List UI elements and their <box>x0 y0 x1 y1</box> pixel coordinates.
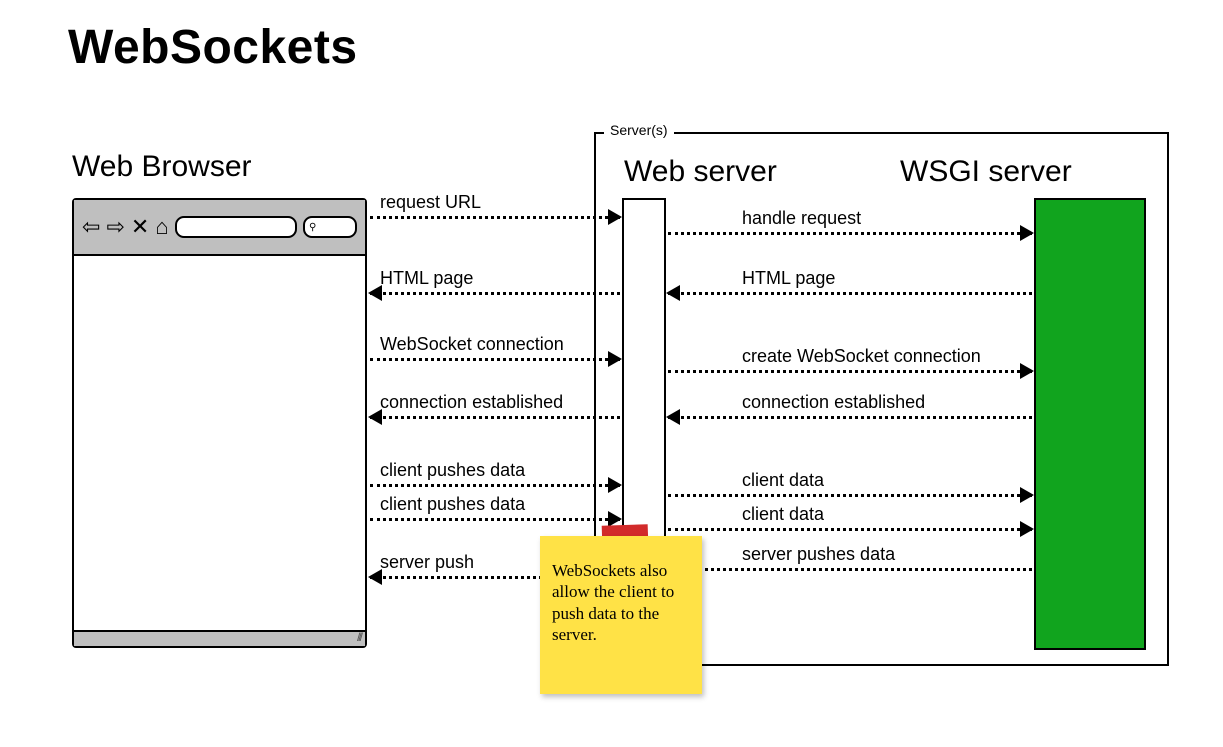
arrow-head-right-icon <box>1020 521 1034 537</box>
arrow-label: client data <box>742 470 824 491</box>
diagram-stage: WebSockets Web Browser ⇦ ⇨ ✕ ⌂ ⚲ /// Ser… <box>0 0 1223 747</box>
message-arrow: connection established <box>668 416 1032 417</box>
arrow-label: connection established <box>380 392 563 413</box>
arrow-line <box>668 494 1032 497</box>
arrow-label: create WebSocket connection <box>742 346 981 367</box>
arrow-line <box>370 484 620 487</box>
sticky-note: WebSockets also allow the client to push… <box>540 536 702 694</box>
message-arrow: handle request <box>668 232 1032 233</box>
arrow-line <box>370 416 620 419</box>
message-arrow: request URL <box>370 216 620 217</box>
arrow-line <box>668 568 1032 571</box>
stop-icon: ✕ <box>131 216 149 238</box>
arrow-head-right-icon <box>1020 363 1034 379</box>
arrow-head-right-icon <box>1020 487 1034 503</box>
browser-window: ⇦ ⇨ ✕ ⌂ ⚲ /// <box>72 198 367 648</box>
arrow-line <box>370 292 620 295</box>
arrow-line <box>370 358 620 361</box>
arrow-label: server pushes data <box>742 544 895 565</box>
servers-group-label: Server(s) <box>604 122 674 138</box>
wsgi-server-lifeline <box>1034 198 1146 650</box>
message-arrow: client pushes data <box>370 518 620 519</box>
message-arrow: WebSocket connection <box>370 358 620 359</box>
web-server-label: Web server <box>624 155 777 189</box>
message-arrow: HTML page <box>370 292 620 293</box>
diagram-title: WebSockets <box>68 20 358 75</box>
message-arrow: client pushes data <box>370 484 620 485</box>
arrow-line <box>668 232 1032 235</box>
arrow-label: HTML page <box>742 268 835 289</box>
resize-grip-icon: /// <box>357 630 361 644</box>
arrow-line <box>370 518 620 521</box>
browser-toolbar: ⇦ ⇨ ✕ ⌂ ⚲ <box>74 200 365 256</box>
message-arrow: client data <box>668 528 1032 529</box>
arrow-head-right-icon <box>608 209 622 225</box>
arrow-line <box>370 216 620 219</box>
wsgi-server-label: WSGI server <box>900 155 1072 189</box>
message-arrow: HTML page <box>668 292 1032 293</box>
arrow-label: request URL <box>380 192 481 213</box>
arrow-label: client pushes data <box>380 494 525 515</box>
message-arrow: create WebSocket connection <box>668 370 1032 371</box>
arrow-head-right-icon <box>1020 225 1034 241</box>
back-icon: ⇦ <box>82 216 100 238</box>
url-bar <box>175 216 297 238</box>
browser-status-bar: /// <box>74 630 365 646</box>
arrow-head-left-icon <box>666 409 680 425</box>
browser-label: Web Browser <box>72 150 252 184</box>
arrow-label: connection established <box>742 392 925 413</box>
arrow-label: HTML page <box>380 268 473 289</box>
home-icon: ⌂ <box>155 216 168 238</box>
arrow-label: client data <box>742 504 824 525</box>
arrow-head-right-icon <box>608 477 622 493</box>
arrow-head-right-icon <box>608 351 622 367</box>
arrow-label: handle request <box>742 208 861 229</box>
arrow-label: WebSocket connection <box>380 334 564 355</box>
message-arrow: connection established <box>370 416 620 417</box>
arrow-line <box>668 292 1032 295</box>
forward-icon: ⇨ <box>106 216 124 238</box>
arrow-line <box>668 370 1032 373</box>
search-icon: ⚲ <box>309 222 316 233</box>
arrow-line <box>668 528 1032 531</box>
search-box: ⚲ <box>303 216 357 238</box>
arrow-label: server push <box>380 552 474 573</box>
arrow-label: client pushes data <box>380 460 525 481</box>
arrow-line <box>668 416 1032 419</box>
arrow-head-left-icon <box>666 285 680 301</box>
message-arrow: client data <box>668 494 1032 495</box>
message-arrow: server pushes data <box>668 568 1032 569</box>
